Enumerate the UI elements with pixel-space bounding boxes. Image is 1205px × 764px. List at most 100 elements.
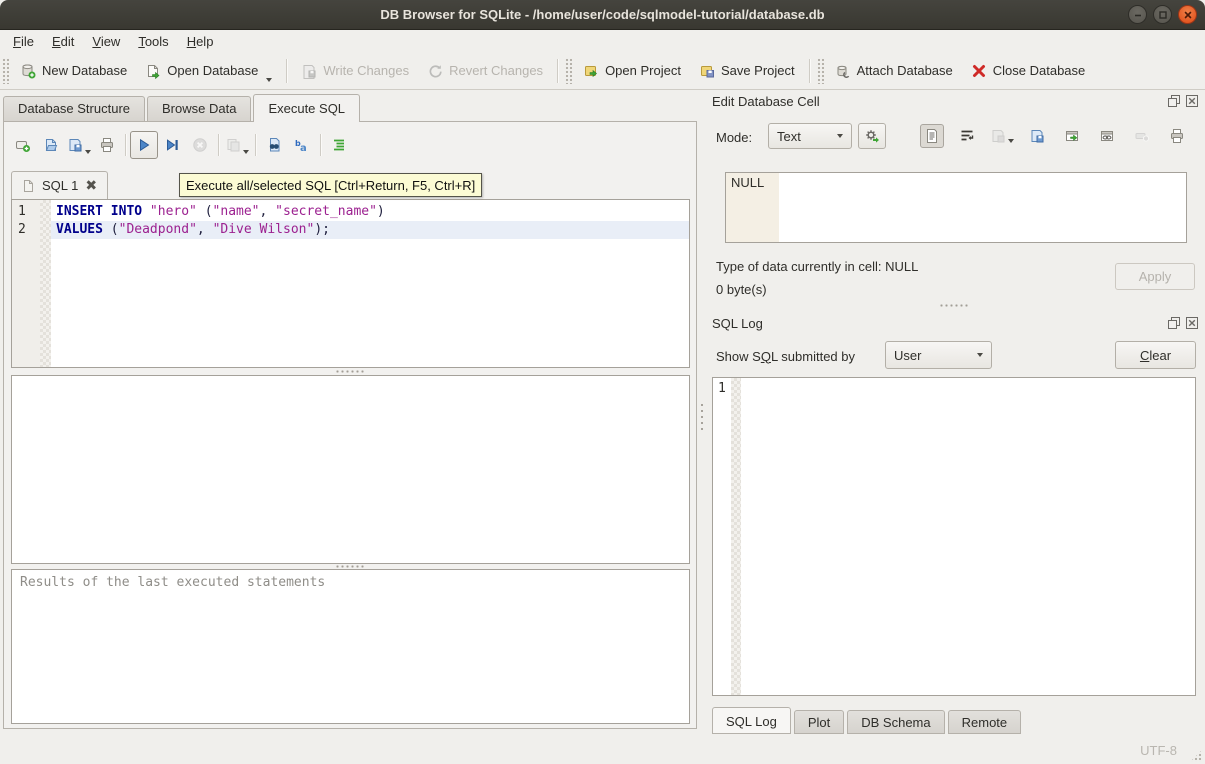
sql-log-filter-select[interactable]: User [885, 341, 992, 369]
find-in-sql-button[interactable] [260, 131, 288, 159]
tab-remote[interactable]: Remote [948, 710, 1022, 734]
save-results-icon [225, 137, 241, 153]
cell-type-info: Type of data currently in cell: NULL [716, 257, 918, 275]
new-sql-tab-button[interactable] [9, 131, 37, 159]
save-project-button[interactable]: Save Project [690, 56, 804, 86]
cell-value-editor[interactable]: NULL [725, 172, 1187, 243]
open-sql-file-button[interactable] [37, 131, 65, 159]
execute-sql-button[interactable] [130, 131, 158, 159]
print-cell-icon [1169, 128, 1185, 144]
clear-log-button[interactable]: Clear [1115, 341, 1196, 369]
cell-edit-area[interactable] [779, 173, 1186, 242]
save-sql-dropdown-caret[interactable] [85, 150, 91, 154]
revert-changes-button: Revert Changes [418, 56, 552, 86]
close-button[interactable] [1178, 5, 1197, 24]
code-area: INSERT INTO "hero" ("name", "secret_name… [51, 200, 689, 367]
menu-edit[interactable]: Edit [43, 32, 83, 51]
sql-toolbar-separator [255, 134, 256, 156]
word-wrap-icon [959, 128, 975, 144]
window-title: DB Browser for SQLite - /home/user/code/… [0, 7, 1205, 22]
menu-help[interactable]: Help [178, 32, 223, 51]
sql-log-filter-label: Show SQL submitted by [716, 347, 855, 365]
tab-execute-sql[interactable]: Execute SQL [253, 94, 360, 121]
clear-button-label: Clear [1140, 348, 1171, 363]
app-window: DB Browser for SQLite - /home/user/code/… [0, 0, 1205, 764]
write-changes-label: Write Changes [323, 63, 409, 78]
save-project-icon [699, 63, 715, 79]
close-dock-button[interactable] [1184, 315, 1199, 330]
save-sql-file-button[interactable] [65, 131, 93, 159]
export-cell-data-button[interactable] [1025, 124, 1049, 148]
menu-file[interactable]: File [4, 32, 43, 51]
tab-sql-log[interactable]: SQL Log [712, 707, 791, 734]
editor-results-splitter[interactable] [4, 368, 696, 374]
code-line-2: VALUES ("Deadpond", "Dive Wilson"); [51, 221, 689, 239]
toolbar-grip[interactable] [2, 58, 9, 84]
toolbar-separator [286, 59, 287, 83]
edit-cell-dock-buttons [1166, 93, 1199, 108]
tab-browse-data[interactable]: Browse Data [147, 96, 251, 121]
close-sql-tab-icon[interactable]: ✖ [85, 177, 97, 194]
dock-h-splitter[interactable] [702, 302, 1205, 308]
execute-current-line-button[interactable] [158, 131, 186, 159]
open-database-dropdown-caret[interactable] [266, 78, 272, 82]
execute-sql-tooltip: Execute all/selected SQL [Ctrl+Return, F… [179, 173, 482, 197]
save-results-dropdown-caret [243, 150, 249, 154]
sql-log-dock-title: SQL Log [712, 314, 763, 332]
menu-tools[interactable]: Tools [129, 32, 177, 51]
open-database-button[interactable]: Open Database [136, 56, 281, 86]
mode-select[interactable]: Text [768, 123, 852, 149]
word-wrap-button[interactable] [955, 124, 979, 148]
execute-sql-pane: ba SQL 1 ✖ Execute all/selected SQL [Ctr… [3, 121, 697, 729]
maximize-icon [1158, 10, 1168, 20]
save-sql-file-icon [67, 137, 83, 153]
print-cell-button[interactable] [1165, 124, 1189, 148]
print-sql-button[interactable] [93, 131, 121, 159]
minimize-button[interactable] [1128, 5, 1147, 24]
open-project-label: Open Project [605, 63, 681, 78]
mode-settings-button[interactable] [858, 123, 886, 149]
format-sql-button[interactable] [325, 131, 353, 159]
float-dock-button[interactable] [1166, 315, 1181, 330]
float-dock-button[interactable] [1166, 93, 1181, 108]
open-project-button[interactable]: Open Project [574, 56, 690, 86]
open-url-button[interactable] [1095, 124, 1119, 148]
sql-toolbar: ba [9, 127, 353, 163]
fold-margin [40, 200, 51, 367]
apply-button: Apply [1115, 263, 1195, 290]
sql-toolbar-separator [218, 134, 219, 156]
tab-plot[interactable]: Plot [794, 710, 844, 734]
open-database-label: Open Database [167, 63, 258, 78]
toolbar-grip[interactable] [817, 58, 824, 84]
set-null-icon [1134, 128, 1150, 144]
close-database-label: Close Database [993, 63, 1086, 78]
resize-grip[interactable] [1190, 749, 1203, 762]
execution-messages-pane[interactable]: Results of the last executed statements [11, 569, 690, 724]
tab-db-schema[interactable]: DB Schema [847, 710, 944, 734]
tab-database-structure[interactable]: Database Structure [3, 96, 145, 121]
menu-view[interactable]: View [83, 32, 129, 51]
sql-code-editor[interactable]: 1 2 INSERT INTO "hero" ("name", "secret_… [11, 199, 690, 368]
close-database-button[interactable]: Close Database [962, 56, 1095, 86]
set-null-button [1130, 124, 1154, 148]
revert-changes-icon [427, 63, 443, 79]
maximize-button[interactable] [1153, 5, 1172, 24]
new-database-button[interactable]: New Database [11, 56, 136, 86]
open-in-external-app-button[interactable] [1060, 124, 1084, 148]
link-icon [1099, 128, 1115, 144]
toolbar-grip[interactable] [565, 58, 572, 84]
format-sql-icon [331, 137, 347, 153]
text-mode-button[interactable] [920, 124, 944, 148]
encoding-indicator[interactable]: UTF-8 [1140, 743, 1177, 758]
open-database-icon [145, 63, 161, 79]
write-changes-button: Write Changes [292, 56, 418, 86]
edit-cell-dock-title: Edit Database Cell [712, 92, 820, 110]
line-number: 1 [12, 203, 40, 221]
close-dock-button[interactable] [1184, 93, 1199, 108]
sql-log-view[interactable]: 1 [712, 377, 1196, 696]
sql-editor-tab[interactable]: SQL 1 ✖ [11, 171, 108, 199]
results-grid-pane[interactable] [11, 375, 690, 564]
toggle-case-button[interactable]: ba [288, 131, 316, 159]
write-changes-icon [301, 63, 317, 79]
attach-database-button[interactable]: Attach Database [826, 56, 962, 86]
